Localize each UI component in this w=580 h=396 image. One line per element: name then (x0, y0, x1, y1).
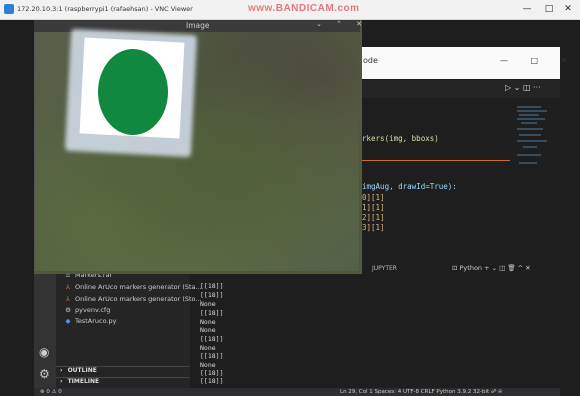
terminal-line: [[18]] (200, 309, 224, 317)
code-line: imgAug, drawId=True): (362, 182, 457, 191)
vscode-title: ode (363, 56, 378, 65)
code-line: rkers(img, bboxs) (362, 134, 439, 143)
code-line: 1][1] (362, 203, 385, 212)
account-icon[interactable]: ◉ (39, 345, 49, 359)
file-item-testaruco-py[interactable]: ◆ TestAruco.py (64, 317, 117, 325)
html-file-icon: ⅄ (66, 283, 70, 291)
image-window-controls[interactable]: ⌄ ⌃ ✕ (316, 20, 368, 28)
minimize-button[interactable]: — (517, 4, 537, 14)
green-circle-marker (98, 49, 168, 135)
editor-separator (360, 160, 510, 161)
terminal-line: None (200, 300, 216, 308)
code-line: 0][1] (362, 193, 385, 202)
section-label: OUTLINE (67, 367, 97, 374)
tab-jupyter[interactable]: JUPYTER (372, 265, 397, 272)
terminal-controls[interactable]: ⊡ Python + ⌄ ◫ 🗑 ^ ✕ (452, 264, 531, 272)
terminal-line: None (200, 318, 216, 326)
bandicam-watermark: www.BANDICAM.com (248, 3, 360, 14)
run-python-button[interactable]: ▷ ⌄ ◫ ··· (505, 83, 541, 92)
minimap[interactable] (515, 104, 553, 174)
code-line: 2][1] (362, 213, 385, 222)
problems-indicator[interactable]: ⊗ 0 ⚠ 0 (40, 389, 62, 395)
terminal-line: [[18]] (200, 369, 224, 377)
status-items[interactable]: Ln 29, Col 1 Spaces: 4 UTF-8 CRLF Python… (340, 389, 502, 396)
outline-section[interactable]: › OUTLINE (56, 366, 190, 377)
terminal-line: [[18]] (200, 335, 224, 343)
vnc-window-title: 172.20.10.3:1 (raspberrypi1 (rafaehsan) … (17, 5, 193, 13)
python-file-icon: ◆ (65, 317, 71, 325)
terminal-line: None (200, 361, 216, 369)
terminal-line: None (200, 344, 216, 352)
file-name: Online ArUco markers generator (Sto... (75, 295, 202, 303)
terminal-line: [[18]] (200, 377, 224, 385)
vscode-window-controls[interactable]: — □ ✕ (500, 56, 577, 65)
image-window-title: Image (186, 21, 210, 30)
chevron-right-icon: › (60, 378, 63, 385)
config-file-icon: ⚙ (65, 306, 71, 314)
file-item-pyvenv-cfg[interactable]: ⚙ pyvenv.cfg (64, 306, 110, 314)
section-label: TIMELINE (67, 378, 100, 385)
html-file-icon: ⅄ (66, 295, 70, 303)
file-item-aruco-generator-2[interactable]: ⅄ Online ArUco markers generator (Sto... (64, 295, 202, 303)
vnc-app-icon (4, 4, 14, 14)
file-name: pyvenv.cfg (75, 306, 111, 314)
terminal-line: [[18]] (200, 291, 224, 299)
file-name: TestAruco.py (75, 317, 117, 325)
terminal-line: [[18]] (200, 282, 224, 290)
close-button[interactable]: ✕ (558, 4, 578, 14)
timeline-section[interactable]: › TIMELINE (56, 377, 190, 388)
terminal-output[interactable] (194, 278, 560, 388)
settings-gear-icon[interactable]: ⚙ (39, 367, 50, 381)
terminal-line: [[18]] (200, 352, 224, 360)
maximize-button[interactable]: □ (539, 4, 559, 14)
file-name: Online ArUco markers generator (Sta... (75, 283, 202, 291)
terminal-line: None (200, 326, 216, 334)
code-line: 3][1] (362, 223, 385, 232)
chevron-right-icon: › (60, 367, 63, 374)
file-item-aruco-generator-1[interactable]: ⅄ Online ArUco markers generator (Sta... (64, 283, 202, 291)
